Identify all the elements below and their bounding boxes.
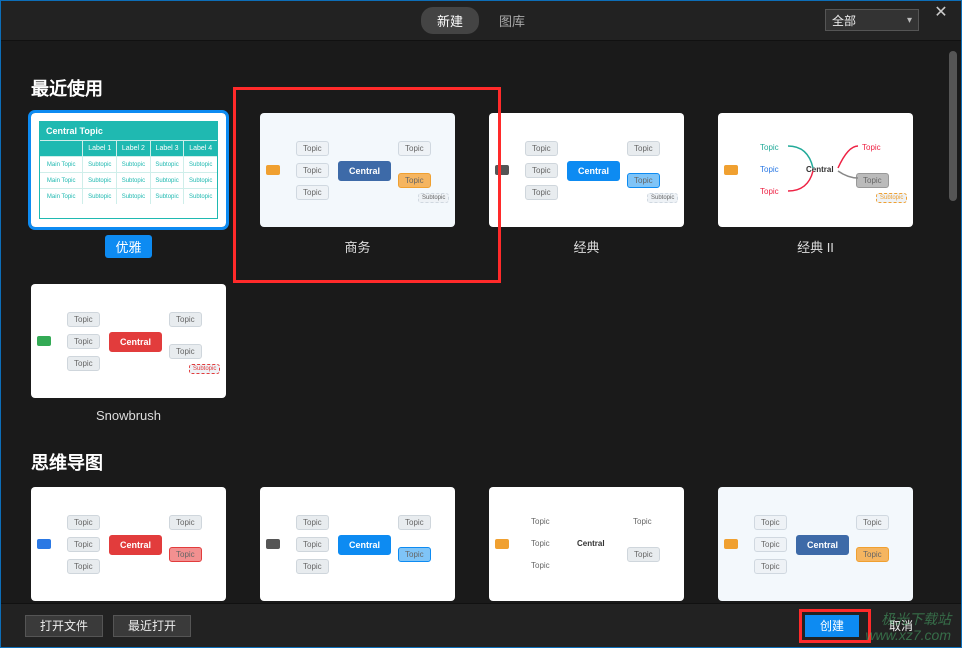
template-thumb: Topic Topic Topic Central Topic Topic Su…: [718, 113, 913, 227]
template-gallery: 最近使用 Central Topic Label 1 Label 2 Label…: [1, 41, 961, 603]
template-thumb: Topic Topic Topic Central Topic Topic: [489, 487, 684, 601]
template-thumb: Topic Topic Topic Central Topic Topic Su…: [489, 113, 684, 227]
template-label: 商务: [334, 235, 380, 258]
template-label: 经典 II: [787, 235, 844, 258]
template-card-classic2[interactable]: Topic Topic Topic Central Topic Topic Su…: [718, 113, 913, 258]
tab-new[interactable]: 新建: [421, 7, 479, 34]
template-thumb: Topic Topic Topic Central Topic Topic Su…: [260, 113, 455, 227]
mode-tabs: 新建 图库: [421, 7, 541, 34]
template-card-mm4[interactable]: Topic Topic Topic Central Topic Topic: [718, 487, 913, 601]
category-filter-select[interactable]: 全部 ▾: [825, 9, 919, 31]
template-label: 优雅: [105, 235, 151, 258]
close-icon[interactable]: ✕: [931, 3, 951, 23]
template-thumb: Central Topic Label 1 Label 2 Label 3 La…: [31, 113, 226, 227]
template-thumb: Topic Topic Topic Central Topic Topic: [718, 487, 913, 601]
template-card-snowbrush[interactable]: Topic Topic Topic Central Topic Topic Su…: [31, 284, 226, 425]
template-card-mm2[interactable]: Topic Topic Topic Central Topic Topic: [260, 487, 455, 601]
template-card-mm1[interactable]: Topic Topic Topic Central Topic Topic: [31, 487, 226, 601]
template-label: 经典: [563, 235, 609, 258]
template-card-business[interactable]: Topic Topic Topic Central Topic Topic Su…: [260, 113, 455, 258]
filter-value: 全部: [832, 12, 856, 29]
template-thumb: Topic Topic Topic Central Topic Topic: [260, 487, 455, 601]
template-thumb: Topic Topic Topic Central Topic Topic: [31, 487, 226, 601]
top-bar: 新建 图库 全部 ▾ ✕: [1, 1, 961, 41]
template-card-elegant[interactable]: Central Topic Label 1 Label 2 Label 3 La…: [31, 113, 226, 258]
template-thumb: Topic Topic Topic Central Topic Topic Su…: [31, 284, 226, 398]
cancel-button[interactable]: 取消: [875, 615, 927, 637]
bottom-bar: 打开文件 最近打开 创建 取消: [1, 603, 961, 647]
scrollbar-thumb[interactable]: [949, 51, 957, 201]
template-card-classic[interactable]: Topic Topic Topic Central Topic Topic Su…: [489, 113, 684, 258]
open-recent-button[interactable]: 最近打开: [113, 615, 191, 637]
chevron-down-icon: ▾: [907, 15, 912, 26]
section-title-mindmap: 思维导图: [31, 449, 931, 475]
mindmap-grid: Topic Topic Topic Central Topic Topic To…: [31, 487, 931, 601]
open-file-button[interactable]: 打开文件: [25, 615, 103, 637]
create-button[interactable]: 创建: [805, 615, 859, 637]
recent-grid: Central Topic Label 1 Label 2 Label 3 La…: [31, 113, 931, 425]
tab-gallery[interactable]: 图库: [483, 7, 541, 34]
section-title-recent: 最近使用: [31, 75, 931, 101]
template-label: Snowbrush: [86, 406, 171, 425]
thumb-title: Central Topic: [40, 122, 217, 140]
template-card-mm3[interactable]: Topic Topic Topic Central Topic Topic: [489, 487, 684, 601]
